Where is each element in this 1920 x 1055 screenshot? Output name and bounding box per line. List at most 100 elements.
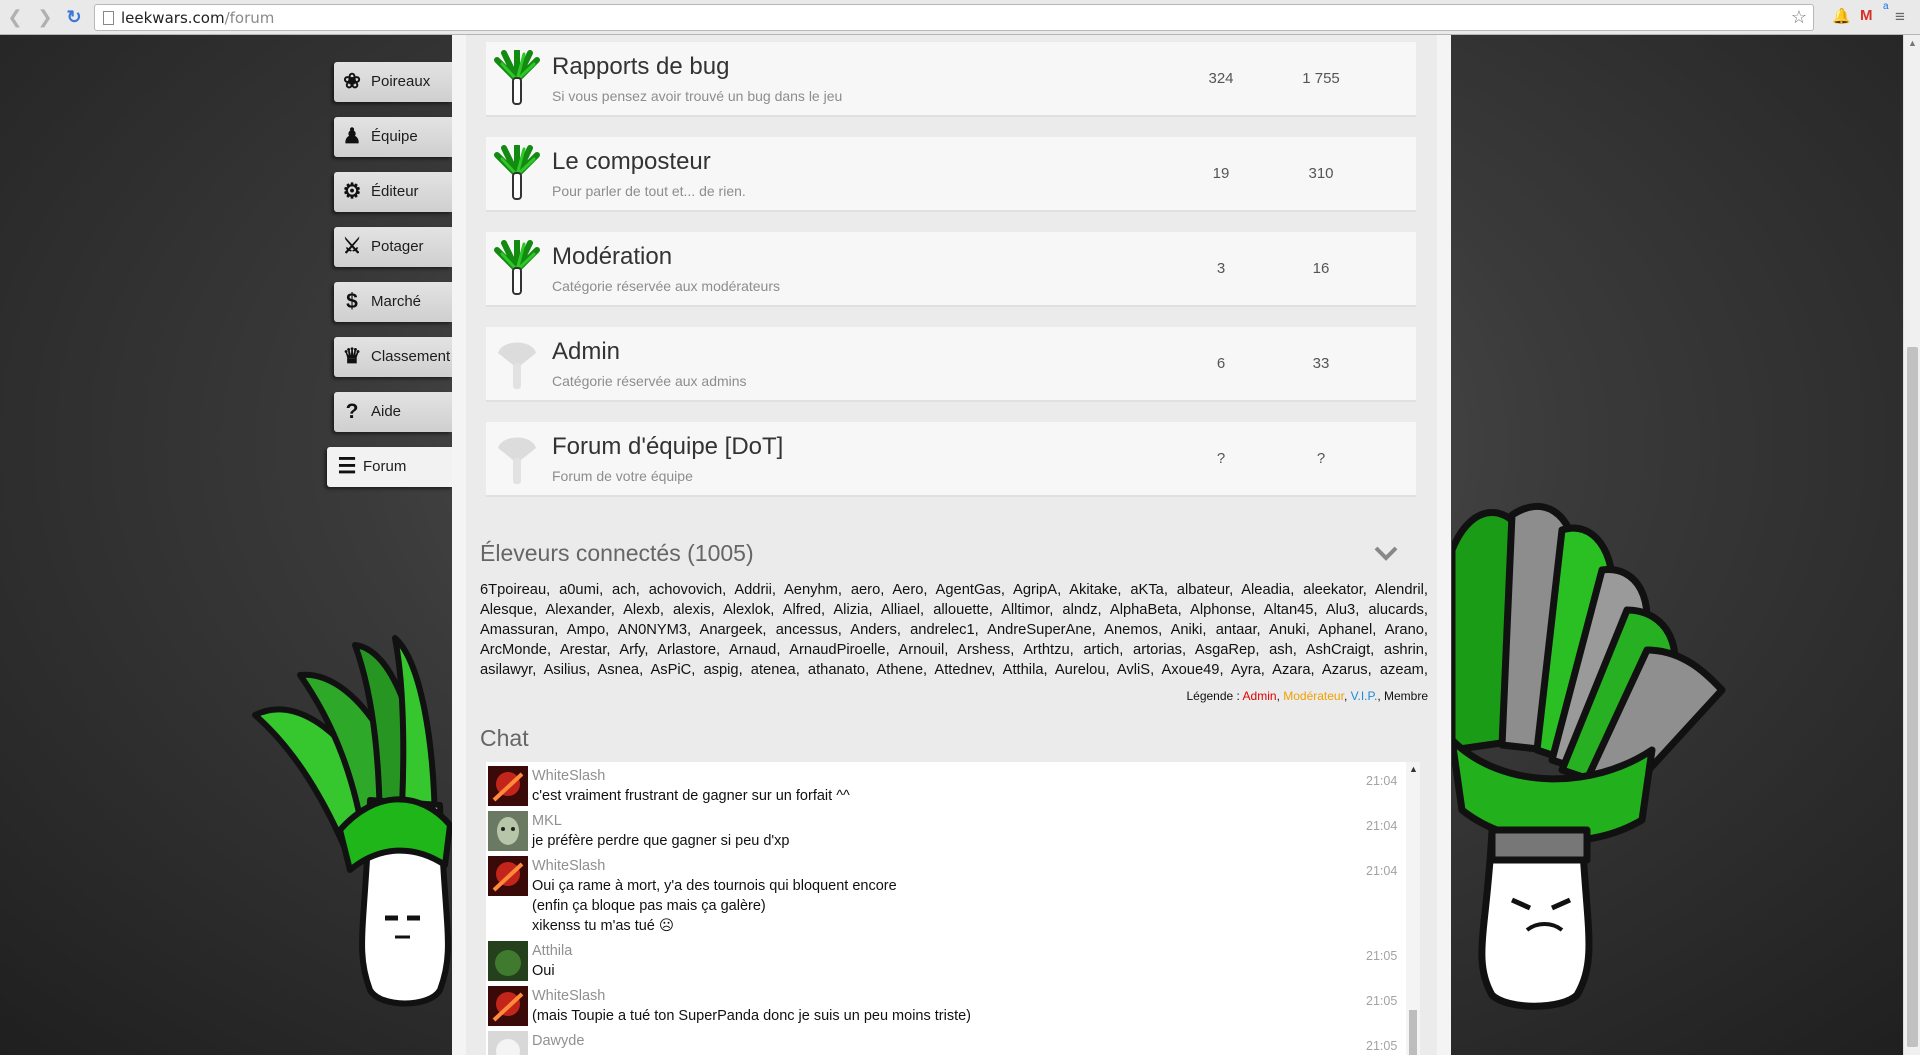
avatar[interactable] (488, 856, 528, 896)
forum-description: Catégorie réservée aux admins (552, 373, 747, 389)
avatar[interactable] (488, 811, 528, 851)
leek-green-icon (494, 240, 540, 295)
bell-icon[interactable]: 🔔 (1832, 7, 1851, 25)
avatar[interactable] (488, 1031, 528, 1055)
forum-message-count: 16 (1312, 260, 1330, 277)
chat-author[interactable]: Dawyde (532, 1033, 584, 1049)
online-line[interactable]: 6Tpoireau, a0umi, ach, achovovich, Addri… (480, 580, 1428, 600)
menu-item-potager[interactable]: ⚔ Potager (334, 227, 452, 267)
chrome-menu-icon[interactable]: ≡ (1895, 7, 1905, 27)
legend-member: Membre (1383, 689, 1428, 703)
forum-category-row[interactable]: Le composteur Pour parler de tout et... … (486, 137, 1416, 212)
leek-green-icon (494, 50, 540, 105)
forum-title[interactable]: Forum d'équipe [DoT] (552, 433, 783, 461)
online-breeders-list: 6Tpoireau, a0umi, ach, achovovich, Addri… (480, 580, 1428, 680)
menu-item-label: Aide (371, 403, 402, 420)
forum-title[interactable]: Admin (552, 338, 620, 366)
chat-author[interactable]: Atthila (532, 943, 572, 959)
chat-author[interactable]: WhiteSlash (532, 768, 605, 784)
chat-text: xikenss tu m'as tué ☹ (532, 918, 674, 934)
legend-admin: Admin (1242, 689, 1277, 703)
forum-category-row[interactable]: Modération Catégorie réservée aux modéra… (486, 232, 1416, 307)
leek-grey-icon (498, 342, 536, 389)
chat-time: 21:04 (1366, 864, 1398, 878)
page-scrollbar[interactable]: ▲ (1903, 35, 1920, 1055)
menu-item-classement[interactable]: ♛ Classement (334, 337, 452, 377)
online-line[interactable]: Alesque, Alexander, Alexb, alexis, Alexl… (480, 600, 1428, 620)
forum-topic-count: 324 (1208, 70, 1234, 87)
menu-item-editeur[interactable]: ⚙ Éditeur (334, 172, 452, 212)
leek-icon: ❀ (343, 70, 361, 93)
bookmark-star-icon[interactable]: ☆ (1791, 7, 1807, 28)
translate-icon[interactable]: a (1883, 1, 1889, 12)
chat-scrollbar[interactable]: ▲ (1406, 762, 1420, 1055)
scroll-up-arrow-icon[interactable]: ▲ (1908, 38, 1917, 48)
back-icon[interactable]: ❮ (4, 6, 26, 28)
leek-mascot-right (1452, 502, 1726, 1010)
online-breeders-title: Éleveurs connectés (1005) (480, 540, 754, 566)
page-scroll-thumb[interactable] (1907, 347, 1918, 1047)
menu-item-label: Classement (371, 348, 451, 365)
chevron-down-icon[interactable] (1373, 542, 1399, 564)
menu-item-label: Éditeur (371, 183, 419, 200)
forum-title[interactable]: Rapports de bug (552, 53, 729, 81)
forum-description: Si vous pensez avoir trouvé un bug dans … (552, 88, 843, 104)
chat-title: Chat (480, 725, 529, 751)
chat-time: 21:05 (1366, 994, 1398, 1008)
forum-message-count: 1 755 (1302, 70, 1340, 87)
url-text[interactable]: leekwars.com/forum (121, 9, 274, 27)
forum-message-count: 33 (1312, 355, 1330, 372)
menu-item-label: Équipe (371, 128, 418, 145)
menu-item-marche[interactable]: $ Marché (334, 282, 452, 322)
avatar[interactable] (488, 986, 528, 1026)
chat-messages[interactable]: WhiteSlash 21:04 c'est vraiment frustran… (486, 762, 1420, 1055)
forum-description: Catégorie réservée aux modérateurs (552, 278, 781, 294)
menu-item-equipe[interactable]: ♟ Équipe (334, 117, 452, 157)
chat-text: (enfin ça bloque pas mais ça galère) (532, 898, 766, 914)
forum-message-count: 310 (1308, 165, 1334, 182)
chat-time: 21:04 (1366, 774, 1398, 788)
question-icon: ? (345, 400, 359, 423)
chat-author[interactable]: WhiteSlash (532, 988, 605, 1004)
leek-green-icon (494, 145, 540, 200)
forum-category-row[interactable]: Forum d'équipe [DoT] Forum de votre équi… (486, 422, 1416, 497)
menu-item-label: Marché (371, 293, 422, 310)
menu-item-poireaux[interactable]: ❀ Poireaux (334, 62, 452, 102)
trophy-icon: ♛ (342, 345, 362, 368)
url-host: leekwars.com (121, 9, 225, 27)
dollar-icon: $ (346, 290, 358, 313)
online-line[interactable]: Amassuran, Ampo, AN0NYM3, Anargeek, ance… (480, 620, 1428, 640)
menu-item-forum[interactable]: ☰ Forum (327, 447, 453, 487)
leek-mascot-left (252, 635, 453, 1007)
legend-vip: V.I.P. (1350, 689, 1378, 703)
chat-time: 21:05 (1366, 949, 1398, 963)
avatar[interactable] (488, 941, 528, 981)
forum-topic-count: 6 (1216, 355, 1226, 372)
forum-category-row[interactable]: Admin Catégorie réservée aux admins 6 33 (486, 327, 1416, 402)
menu-item-aide[interactable]: ? Aide (334, 392, 452, 432)
address-bar[interactable]: leekwars.com/forum ☆ (94, 4, 1814, 31)
forum-title[interactable]: Le composteur (552, 148, 711, 176)
online-line[interactable]: ArcMonde, Arestar, Arfy, Arlastore, Arna… (480, 640, 1428, 660)
menu-item-label: Potager (371, 238, 424, 255)
legend-separator: , (1377, 689, 1384, 703)
chat-author[interactable]: WhiteSlash (532, 858, 605, 874)
forum-topic-count: 19 (1212, 165, 1230, 182)
forum-title[interactable]: Modération (552, 243, 672, 271)
forum-category-row[interactable]: Rapports de bug Si vous pensez avoir tro… (486, 42, 1416, 117)
chat-author[interactable]: MKL (532, 813, 562, 829)
avatar[interactable] (488, 766, 528, 806)
forum-message-count: ? (1316, 450, 1326, 467)
chat-scroll-thumb[interactable] (1409, 1010, 1417, 1055)
menu-item-label: Forum (363, 458, 407, 475)
forum-topic-count: 3 (1216, 260, 1226, 277)
forum-topic-count: ? (1216, 450, 1226, 467)
gmail-icon[interactable]: M (1860, 7, 1873, 24)
reload-icon[interactable]: ↻ (63, 6, 85, 28)
url-path: /forum (224, 9, 275, 27)
forward-icon[interactable]: ❯ (34, 6, 56, 28)
leek-grey-icon (498, 437, 536, 484)
online-line[interactable]: asilawyr, Asilius, Asnea, AsPiC, aspig, … (480, 660, 1428, 680)
scroll-up-arrow-icon[interactable]: ▲ (1409, 764, 1418, 774)
legend: Légende : Admin, Modérateur, V.I.P., Mem… (1000, 689, 1428, 703)
